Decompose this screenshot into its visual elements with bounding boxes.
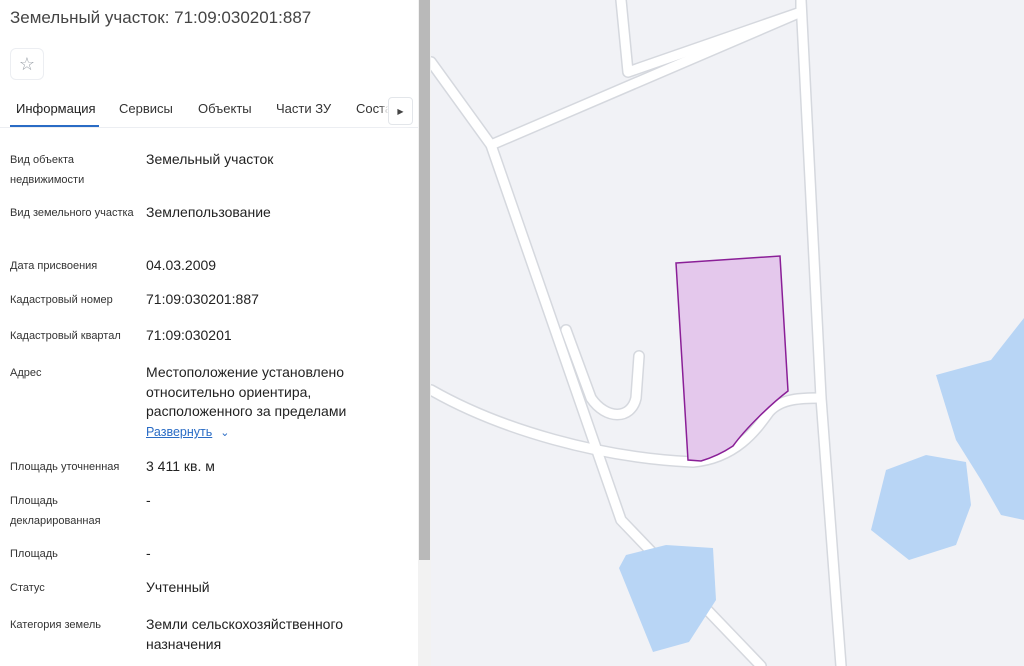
tabs-scroll-button[interactable]: ▶ (388, 97, 413, 125)
info-value: Учтенный (146, 579, 210, 595)
info-value: 71:09:030201 (146, 327, 232, 343)
active-tab-indicator (10, 125, 99, 127)
info-value: 04.03.2009 (146, 257, 217, 273)
info-label: Адрес (10, 367, 42, 379)
tab-bar: Информация Сервисы Объекты Части ЗУ Сост… (0, 92, 418, 128)
info-label: Площадь уточненная (10, 461, 120, 473)
tab-services[interactable]: Сервисы (119, 101, 173, 116)
scrollbar-thumb[interactable] (419, 0, 430, 560)
water-pond-small (619, 545, 716, 652)
info-label: Вид объекта недвижимости (10, 154, 85, 186)
water-pond-medium (871, 455, 971, 560)
map-view[interactable] (431, 0, 1024, 666)
info-label: Площадь (10, 548, 58, 560)
info-label: Площадь декларированная (10, 495, 101, 527)
info-panel: Земельный участок: 71:09:030201:887 ☆ Ин… (0, 0, 418, 666)
info-value: - (146, 545, 151, 561)
info-value: Земли сельскохозяйственного назначения (146, 616, 344, 652)
chevron-right-icon: ▶ (397, 106, 404, 116)
page-title: Земельный участок: 71:09:030201:887 (10, 8, 312, 27)
map-canvas[interactable] (431, 0, 1024, 666)
land-parcel-highlight[interactable] (675, 255, 789, 462)
info-label: Статус (10, 582, 45, 594)
info-value: 71:09:030201:887 (146, 291, 259, 307)
tab-information[interactable]: Информация (16, 101, 96, 116)
panel-scrollbar[interactable] (418, 0, 431, 666)
tab-parcel-parts[interactable]: Части ЗУ (276, 101, 331, 116)
expand-label: Развернуть (146, 425, 213, 439)
info-value: Земельный участок (146, 151, 274, 167)
info-label: Кадастровый номер (10, 294, 113, 306)
star-outline-icon: ☆ (18, 53, 36, 74)
info-label: Дата присвоения (10, 260, 98, 272)
info-label: Кадастровый квартал (10, 330, 121, 342)
info-label: Категория земель (10, 619, 101, 631)
info-value: 3 411 кв. м (146, 458, 215, 474)
favorite-button[interactable]: ☆ (10, 48, 44, 80)
info-value: Землепользование (146, 204, 271, 220)
info-value: Местоположение установлено относительно … (146, 364, 347, 419)
chevron-down-icon: ⌄ (220, 427, 230, 439)
info-value: - (146, 492, 151, 508)
tab-objects[interactable]: Объекты (198, 101, 252, 116)
info-label: Вид земельного участка (10, 207, 134, 219)
expand-address-link[interactable]: Развернуть ⌄ (146, 425, 229, 439)
